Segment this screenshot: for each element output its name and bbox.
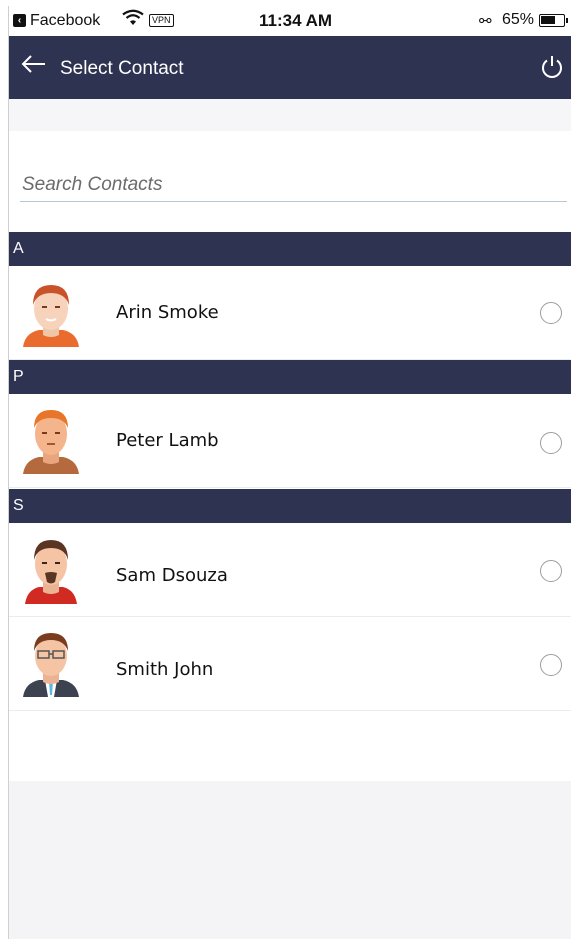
avatar (23, 410, 79, 474)
app-screen: ‹ Facebook VPN 11:34 AM ⚯ 65% Select Con… (8, 6, 571, 939)
contact-item-arin-smoke[interactable]: Arin Smoke (9, 266, 571, 360)
search-input[interactable] (20, 168, 567, 202)
rotation-lock-icon: ⚯ (479, 13, 492, 30)
header-strip (9, 99, 571, 131)
contact-name: Peter Lamb (116, 430, 219, 451)
contact-name: Arin Smoke (116, 302, 219, 323)
contact-select-radio[interactable] (540, 654, 562, 676)
avatar (25, 540, 77, 604)
wifi-icon (122, 9, 144, 32)
contact-select-radio[interactable] (540, 560, 562, 582)
status-bar: ‹ Facebook VPN 11:34 AM ⚯ 65% (9, 6, 571, 36)
avatar (23, 285, 79, 347)
status-time: 11:34 AM (259, 11, 333, 30)
battery-icon (539, 14, 568, 27)
app-header: Select Contact (9, 36, 571, 99)
page-title: Select Contact (60, 58, 184, 79)
section-header-a: A (9, 232, 571, 266)
contact-name: Smith John (116, 659, 214, 680)
contact-item-smith-john[interactable]: Smith John (9, 617, 571, 711)
section-header-p: P (9, 360, 571, 394)
vpn-badge: VPN (149, 14, 174, 27)
arrow-left-icon[interactable] (21, 54, 47, 74)
section-header-s: S (9, 489, 571, 523)
power-icon[interactable] (539, 54, 565, 80)
back-to-app-icon[interactable]: ‹ (13, 14, 26, 27)
avatar (23, 633, 79, 697)
battery-percent: 65% (502, 11, 535, 28)
empty-area (9, 781, 571, 939)
contact-name: Sam Dsouza (116, 565, 228, 586)
contact-select-radio[interactable] (540, 302, 562, 324)
contact-item-peter-lamb[interactable]: Peter Lamb (9, 394, 571, 488)
status-app-name[interactable]: Facebook (30, 12, 100, 30)
contact-item-sam-dsouza[interactable]: Sam Dsouza (9, 523, 571, 617)
contact-select-radio[interactable] (540, 432, 562, 454)
